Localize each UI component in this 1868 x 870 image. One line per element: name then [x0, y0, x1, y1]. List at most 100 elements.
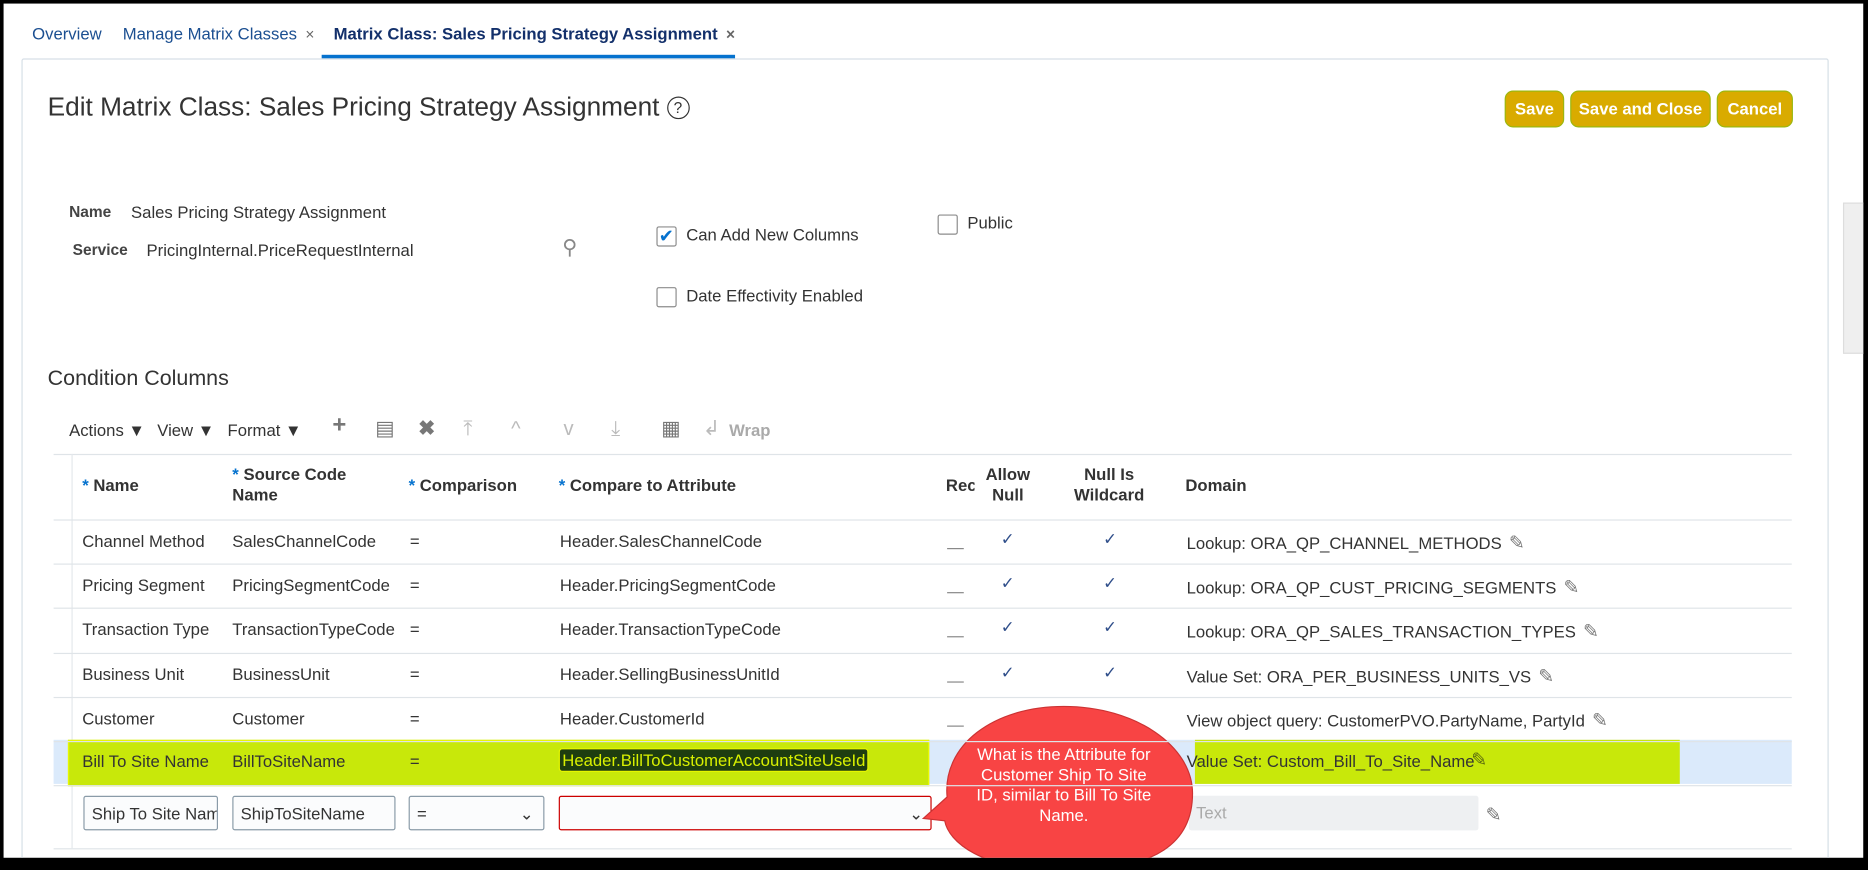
cell-source: PricingSegmentCode [232, 575, 390, 595]
header-compare-attribute: * Compare to Attribute [559, 475, 736, 495]
page-title: Edit Matrix Class: Sales Pricing Strateg… [48, 92, 690, 123]
duplicate-icon[interactable]: ▤ [375, 417, 394, 441]
header-label: Source Code Name [232, 464, 347, 504]
save-and-close-button[interactable]: Save and Close [1570, 90, 1711, 128]
edit-pencil-icon[interactable]: ✎ [1509, 534, 1525, 554]
page-title-text: Edit Matrix Class: Sales Pricing Strateg… [47, 91, 660, 122]
table-top-border [53, 453, 1792, 456]
cell-source: SalesChannelCode [232, 531, 377, 551]
date-effectivity-label: Date Effectivity Enabled [686, 285, 863, 305]
save-button[interactable]: Save [1504, 90, 1565, 128]
edit-pencil-icon[interactable]: ✎ [1486, 803, 1502, 827]
domain-input[interactable]: Text [1188, 795, 1479, 831]
cell-name: Pricing Segment [82, 575, 205, 595]
can-add-columns-checkbox[interactable] [656, 225, 677, 247]
cell-attribute: Header.TransactionTypeCode [559, 619, 781, 640]
required-icon: * [408, 475, 416, 495]
required-icon: * [82, 475, 89, 495]
row-divider [53, 696, 1792, 698]
cell-domain: Value Set: Custom_Bill_To_Site_Name [1186, 751, 1475, 771]
row-divider [53, 608, 1792, 610]
edit-pencil-icon[interactable]: ✎ [1471, 748, 1487, 772]
required-icon: * [558, 475, 566, 495]
close-icon[interactable]: × [726, 25, 735, 43]
new-source-code-input[interactable]: ShipToSiteName [232, 795, 396, 831]
can-add-columns-label: Can Add New Columns [686, 225, 859, 245]
null-wildcard-check-icon: ✓ [1103, 661, 1118, 681]
cell-attribute: Header.SalesChannelCode [559, 531, 763, 551]
cell-domain: Value Set: ORA_PER_BUSINESS_UNITS_VS ✎ [1186, 666, 1555, 687]
cell-attribute: Header.BillToCustomerAccountSiteUseId [558, 748, 870, 772]
header-domain: Domain [1185, 475, 1247, 495]
header-label: Comparison [419, 475, 518, 495]
tab-label: Manage Matrix Classes [122, 23, 297, 43]
move-up-icon[interactable]: ^ [511, 417, 521, 441]
allow-null-check-icon: ✓ [1000, 661, 1015, 681]
name-value: Sales Pricing Strategy Assignment [131, 202, 386, 222]
row-divider [53, 741, 1792, 743]
actions-menu[interactable]: Actions ▼ [69, 421, 145, 440]
cell-comparison: = [409, 575, 420, 595]
format-menu[interactable]: Format ▼ [228, 421, 302, 440]
row-header-divider [71, 453, 73, 849]
cell-attribute: Header.CustomerId [559, 708, 705, 728]
tab-matrix-class[interactable]: Matrix Class: Sales Pricing Strategy Ass… [334, 24, 735, 43]
cell-comparison: = [409, 619, 420, 640]
public-label: Public [967, 213, 1013, 233]
header-null-wildcard: Null Is Wildcard [1073, 464, 1145, 504]
new-name-input[interactable]: Ship To Site Nam [83, 795, 219, 831]
required-icon: * [232, 464, 239, 484]
move-top-icon[interactable]: ⤒ [463, 417, 472, 441]
date-effectivity-checkbox[interactable] [656, 287, 677, 308]
cell-name: Business Unit [82, 664, 185, 684]
service-label: Service [72, 240, 128, 259]
required-dash [947, 725, 964, 727]
header-required: Rec [945, 475, 975, 495]
cell-attribute: Header.SellingBusinessUnitId [559, 664, 780, 684]
compare-attribute-select[interactable]: ⌄ [558, 795, 932, 831]
move-bottom-icon[interactable]: ⤓ [611, 417, 620, 441]
freeze-icon[interactable]: ▦ [661, 417, 680, 441]
side-pane-tab[interactable] [1842, 202, 1864, 354]
view-menu[interactable]: View ▼ [157, 421, 214, 440]
header-comparison: * Comparison [409, 475, 517, 495]
row-divider [53, 563, 1792, 565]
cell-source: BusinessUnit [232, 664, 330, 684]
tab-label: Overview [32, 23, 102, 43]
search-icon[interactable]: ⚲ [562, 236, 577, 260]
comparison-select[interactable]: = ⌄ [408, 795, 545, 831]
public-checkbox[interactable] [937, 214, 958, 235]
cell-name: Customer [82, 708, 155, 728]
edit-pencil-icon[interactable]: ✎ [1592, 711, 1608, 731]
header-label: Name [93, 475, 139, 495]
tab-manage-matrix-classes[interactable]: Manage Matrix Classes × [123, 24, 315, 43]
delete-icon[interactable]: ✖ [418, 417, 435, 441]
cell-comparison: = [409, 708, 420, 728]
move-down-icon[interactable]: v [563, 417, 573, 441]
tab-label: Matrix Class: Sales Pricing Strategy Ass… [333, 23, 718, 43]
add-icon[interactable]: + [332, 412, 346, 439]
close-icon[interactable]: × [305, 25, 314, 43]
edit-pencil-icon[interactable]: ✎ [1538, 667, 1554, 687]
allow-null-check-icon: ✓ [1000, 528, 1015, 549]
cell-source: BillToSiteName [232, 751, 346, 771]
cell-domain: Lookup: ORA_QP_SALES_TRANSACTION_TYPES ✎ [1186, 622, 1600, 643]
null-wildcard-check-icon: ✓ [1103, 528, 1118, 549]
required-dash [947, 680, 964, 683]
cell-comparison: = [409, 664, 420, 684]
header-label: Compare to Attribute [569, 475, 737, 495]
cell-source: Customer [232, 708, 305, 728]
help-icon[interactable]: ? [666, 96, 690, 120]
edit-pencil-icon[interactable]: ✎ [1564, 578, 1580, 598]
cancel-button[interactable]: Cancel [1716, 90, 1793, 128]
wrap-button[interactable]: Wrap [729, 421, 770, 440]
cell-name: Channel Method [82, 531, 205, 551]
required-dash [947, 548, 964, 550]
null-wildcard-check-icon: ✓ [1103, 573, 1118, 593]
allow-null-check-icon: ✓ [1000, 573, 1015, 593]
edit-pencil-icon[interactable]: ✎ [1583, 622, 1599, 642]
tab-overview[interactable]: Overview [32, 24, 102, 43]
wrap-icon[interactable]: ↲ [703, 417, 720, 441]
cell-source: TransactionTypeCode [232, 619, 395, 640]
row-divider [53, 519, 1792, 521]
